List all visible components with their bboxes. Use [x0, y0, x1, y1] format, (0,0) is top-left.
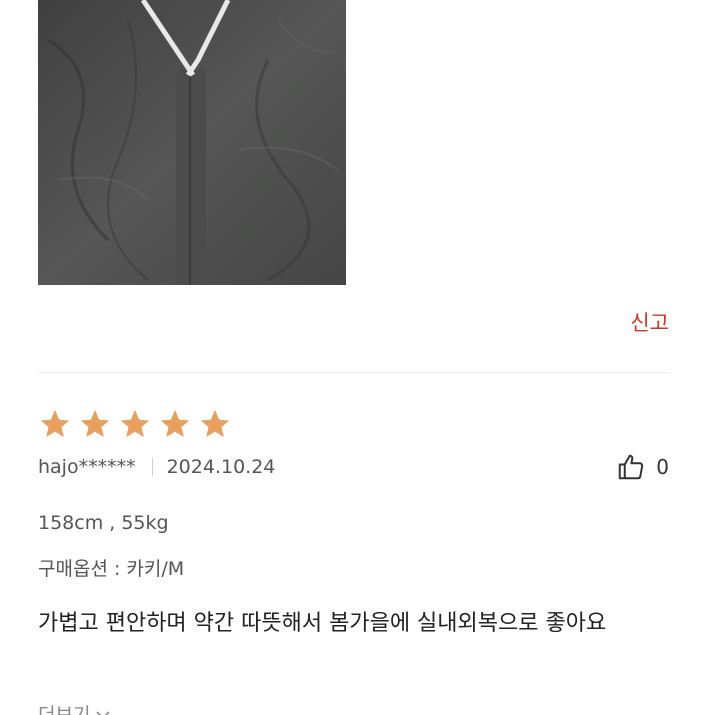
- like-count: 0: [656, 455, 669, 479]
- body-spec: 158cm , 55kg: [38, 512, 169, 534]
- meta-separator: [151, 458, 153, 476]
- star-icon: [118, 407, 152, 441]
- review-date: 2024.10.24: [166, 456, 276, 478]
- star-icon: [78, 407, 112, 441]
- thumbs-up-icon: [616, 452, 646, 482]
- review-page: 신고 hajo****** 2024.10.24 0 158cm , 55kg …: [0, 0, 715, 715]
- review-text: 가볍고 편안하며 약간 따뜻해서 봄가을에 실내외복으로 좋아요: [38, 611, 607, 636]
- star-rating: [38, 407, 232, 441]
- star-icon: [158, 407, 192, 441]
- review-meta: hajo****** 2024.10.24: [38, 456, 275, 478]
- star-icon: [198, 407, 232, 441]
- more-button[interactable]: 더보기: [38, 700, 111, 715]
- purchase-option: 구매옵션 : 카키/M: [38, 558, 185, 580]
- star-icon: [38, 407, 72, 441]
- report-button[interactable]: 신고: [630, 307, 669, 337]
- review-photo[interactable]: [38, 0, 346, 285]
- like-button[interactable]: 0: [616, 452, 669, 482]
- more-label: 더보기: [38, 704, 91, 715]
- divider: [38, 372, 669, 373]
- author-name: hajo******: [38, 456, 136, 478]
- chevron-down-icon: [96, 703, 111, 715]
